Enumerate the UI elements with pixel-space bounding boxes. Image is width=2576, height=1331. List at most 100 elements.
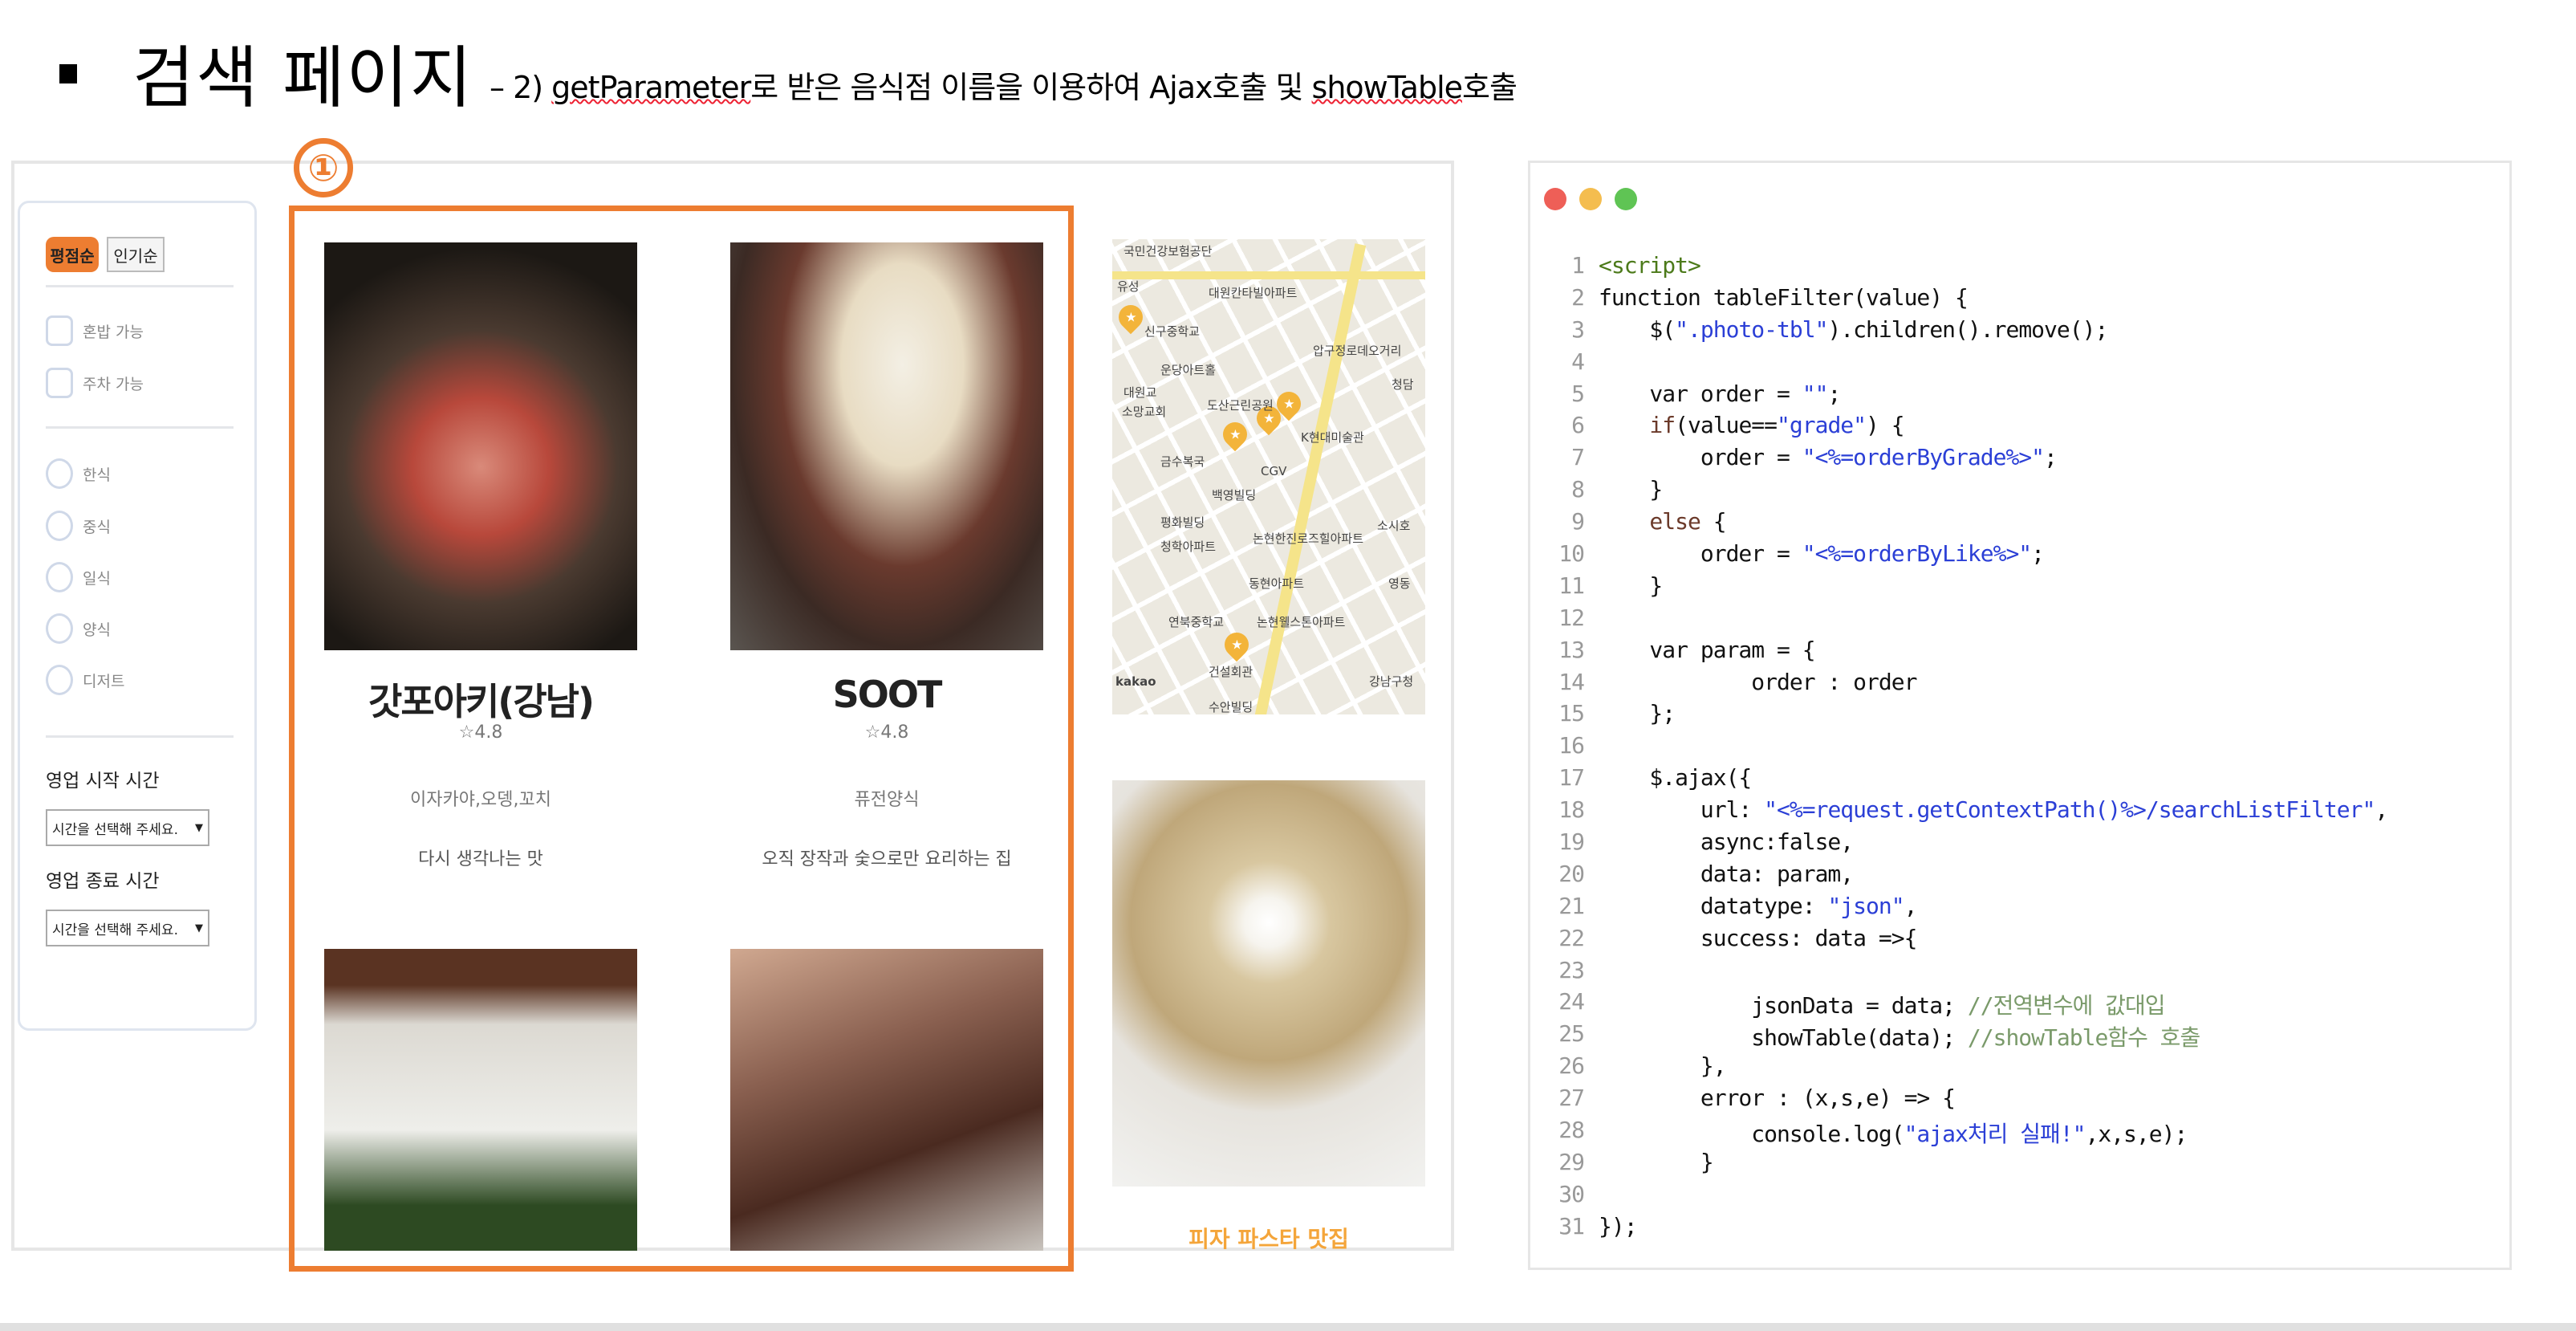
close-time-select[interactable]: 시간을 선택해 주세요. ▼ <box>46 910 209 946</box>
map-thumbnail[interactable]: ★ ★ ★ ★ ★ ★ 국민건강보험공단유성신구중학교대원칸타빌아파트압구정로데… <box>1112 239 1425 714</box>
radio[interactable] <box>46 458 73 489</box>
map-label: 동현아파트 <box>1249 576 1305 591</box>
map-label: 금수복국 <box>1160 454 1205 469</box>
close-time-label: 영업 종료 시간 <box>46 871 160 892</box>
open-time-select[interactable]: 시간을 선택해 주세요. ▼ <box>46 809 209 846</box>
line-number: 12 <box>1558 604 1585 631</box>
line-number: 29 <box>1558 1148 1585 1175</box>
code-line: 5 var order = ""; <box>1549 381 2387 413</box>
map-label: 국민건강보험공단 <box>1123 244 1213 258</box>
code-line: 14 order : order <box>1549 669 2387 701</box>
map-pin-icon[interactable]: ★ <box>1113 299 1148 335</box>
map-label: 유성 <box>1117 279 1140 294</box>
map-label: 영동 <box>1388 576 1411 591</box>
line-number: 18 <box>1558 796 1585 824</box>
code-token-plain: console.log( <box>1599 1121 1904 1148</box>
line-number: 4 <box>1571 348 1585 375</box>
radio-chinese[interactable]: 중식 <box>46 511 111 541</box>
line-number: 11 <box>1558 572 1585 599</box>
sort-by-grade-button[interactable]: 평점순 <box>46 237 99 272</box>
line-number: 19 <box>1558 828 1585 856</box>
step-marker: ① <box>294 138 353 197</box>
checkbox[interactable] <box>46 315 73 346</box>
radio[interactable] <box>46 613 73 644</box>
map-label: 평화빌딩 <box>1160 515 1205 530</box>
map-label: 신구중학교 <box>1144 324 1201 339</box>
code-line: 3 $(".photo-tbl").children().remove(); <box>1549 316 2387 348</box>
radio-korean[interactable]: 한식 <box>46 458 111 489</box>
subtitle-getparameter: getParameter <box>551 70 751 105</box>
map-label: 운당아트홀 <box>1160 363 1217 377</box>
line-number: 28 <box>1558 1117 1585 1144</box>
radio[interactable] <box>46 562 73 592</box>
open-time-label: 영업 시작 시간 <box>46 771 160 792</box>
checkbox[interactable] <box>46 368 73 398</box>
map-label: 백영빌딩 <box>1212 488 1257 503</box>
code-token-plain: ,x,s,e); <box>2085 1121 2188 1148</box>
code-token-kw: else <box>1599 508 1700 535</box>
filter-sidebar: 평점순 인기순 혼밥 가능 주차 가능 한식 중식 일식 양식 디저트 영업 시… <box>18 201 257 1031</box>
code-token-plain: var param = { <box>1599 636 1815 663</box>
code-token-plain: order : order <box>1599 668 1917 695</box>
code-line: 19 async:false, <box>1549 828 2387 861</box>
code-token-plain: }; <box>1599 700 1676 727</box>
radio-dessert[interactable]: 디저트 <box>46 665 124 695</box>
select-value: 시간을 선택해 주세요. <box>52 922 178 938</box>
line-number: 10 <box>1558 540 1585 568</box>
line-number: 27 <box>1558 1085 1585 1112</box>
line-number: 24 <box>1558 988 1585 1016</box>
code-line: 26 }, <box>1549 1052 2387 1085</box>
code-token-str: "grade" <box>1777 412 1867 439</box>
subtitle-showtable: showTable <box>1311 70 1463 105</box>
subtitle-prefix: – 2) <box>490 70 552 105</box>
code-token-plain: ; <box>2044 444 2058 471</box>
code-token-cm: //전역변수에 값대입 <box>1967 992 2166 1020</box>
code-line: 4 <box>1549 348 2387 381</box>
map-label: 연북중학교 <box>1168 615 1225 629</box>
code-token-plain: ; <box>1827 380 1841 407</box>
radio-western[interactable]: 양식 <box>46 613 111 644</box>
code-line: 23 <box>1549 957 2387 989</box>
sort-by-popularity-button[interactable]: 인기순 <box>107 237 165 272</box>
radio-label: 양식 <box>83 621 111 639</box>
line-number: 9 <box>1571 508 1585 535</box>
divider <box>46 426 234 429</box>
restaurant-name[interactable]: 피자 파스타 맛집 <box>1112 1222 1425 1254</box>
radio[interactable] <box>46 665 73 695</box>
code-token-plain: var order = <box>1599 380 1802 407</box>
line-number: 5 <box>1571 380 1585 407</box>
line-number: 31 <box>1558 1212 1585 1239</box>
checkbox-parking[interactable]: 주차 가능 <box>46 368 144 398</box>
code-line: 1 <script> <box>1549 252 2387 284</box>
code-line: 6 if(value=="grade") { <box>1549 412 2387 444</box>
checkbox-solo-dining[interactable]: 혼밥 가능 <box>46 315 144 346</box>
radio-label: 디저트 <box>83 672 125 690</box>
code-token-plain: url: <box>1599 796 1765 824</box>
map-label: 도산근린공원 <box>1207 398 1274 413</box>
radio[interactable] <box>46 511 73 541</box>
checkbox-label: 혼밥 가능 <box>83 323 144 341</box>
code-line: 22 success: data =>{ <box>1549 925 2387 957</box>
code-line: 17 $.ajax({ <box>1549 764 2387 796</box>
code-line: 7 order = "<%=orderByGrade%>"; <box>1549 444 2387 476</box>
code-token-plain: $( <box>1599 315 1676 343</box>
map-road <box>1254 243 1367 714</box>
code-token-plain: showTable(data); <box>1599 1024 1968 1052</box>
line-number: 23 <box>1558 956 1585 983</box>
code-token-plain: success: data =>{ <box>1599 924 1918 951</box>
map-label: 수안빌딩 <box>1209 700 1253 714</box>
map-label: 청학아파트 <box>1160 539 1217 554</box>
map-pin-icon[interactable]: ★ <box>1219 627 1254 662</box>
line-number: 13 <box>1558 636 1585 663</box>
line-number: 3 <box>1571 315 1585 343</box>
slide-title: 검색 페이지 <box>132 39 474 117</box>
restaurant-photo[interactable] <box>1112 780 1425 1187</box>
code-line: 28 console.log("ajax처리 실패!",x,s,e); <box>1549 1117 2387 1149</box>
map-pin-icon[interactable]: ★ <box>1217 417 1253 452</box>
code-token-plain: , <box>1904 892 1918 919</box>
code-token-plain: error : (x,s,e) => { <box>1599 1085 1956 1112</box>
line-number: 8 <box>1571 476 1585 503</box>
code-token-str: "json" <box>1827 892 1904 919</box>
radio-japanese[interactable]: 일식 <box>46 562 111 592</box>
code-token-str: "<%=request.getContextPath()%>/searchLis… <box>1764 796 2375 824</box>
